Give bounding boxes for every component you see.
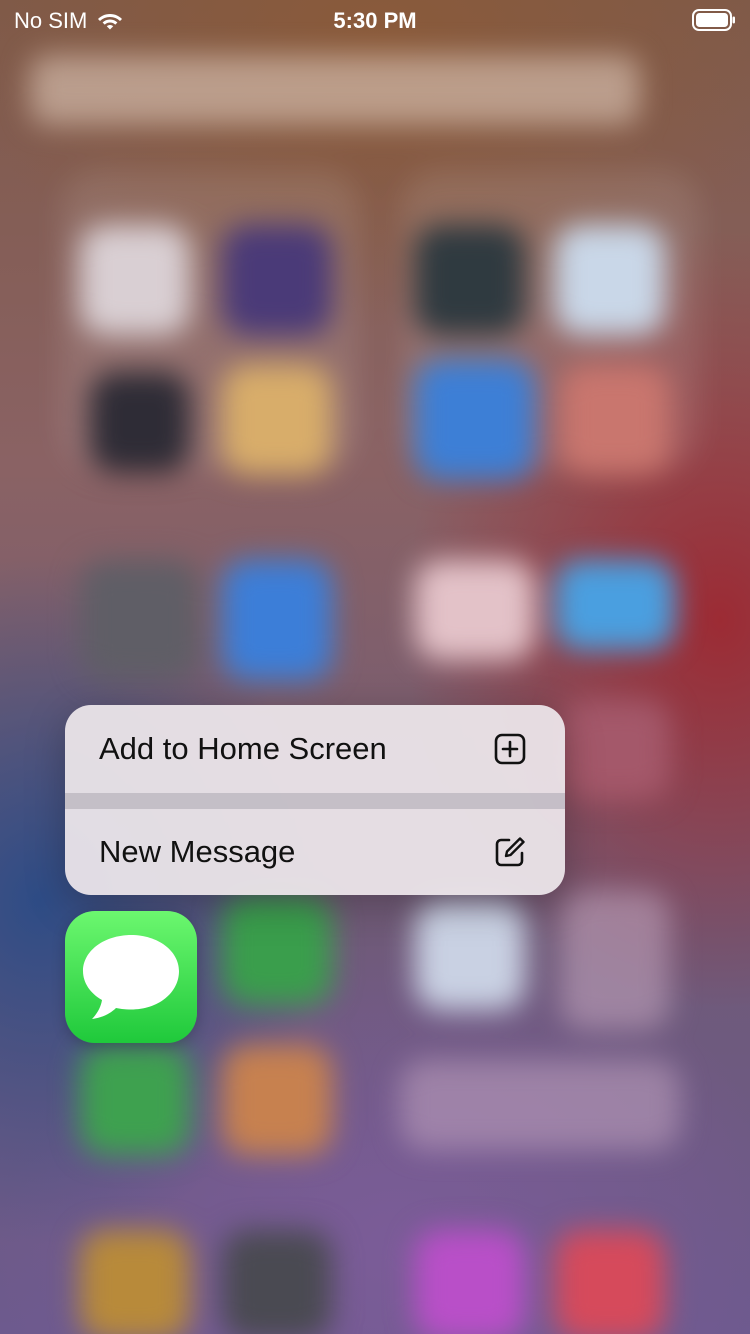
blurred-app-grid	[0, 0, 750, 1334]
compose-icon	[495, 837, 525, 867]
plus-square-icon	[494, 733, 526, 765]
home-screen-background	[0, 0, 750, 1334]
messages-app-icon[interactable]	[65, 911, 197, 1043]
battery-icon	[692, 9, 735, 31]
context-menu: Add to Home Screen New Message	[65, 705, 565, 895]
status-bar: No SIM 5:30 PM	[0, 0, 750, 40]
status-time: 5:30 PM	[333, 8, 417, 33]
blurred-widget	[30, 55, 640, 125]
speech-bubble-icon	[83, 935, 179, 1019]
new-message-menu-item[interactable]: New Message	[65, 809, 565, 895]
menu-item-label: New Message	[99, 834, 296, 869]
add-to-home-screen-menu-item[interactable]: Add to Home Screen	[65, 705, 565, 793]
menu-separator	[65, 793, 565, 809]
menu-item-label: Add to Home Screen	[99, 731, 387, 766]
